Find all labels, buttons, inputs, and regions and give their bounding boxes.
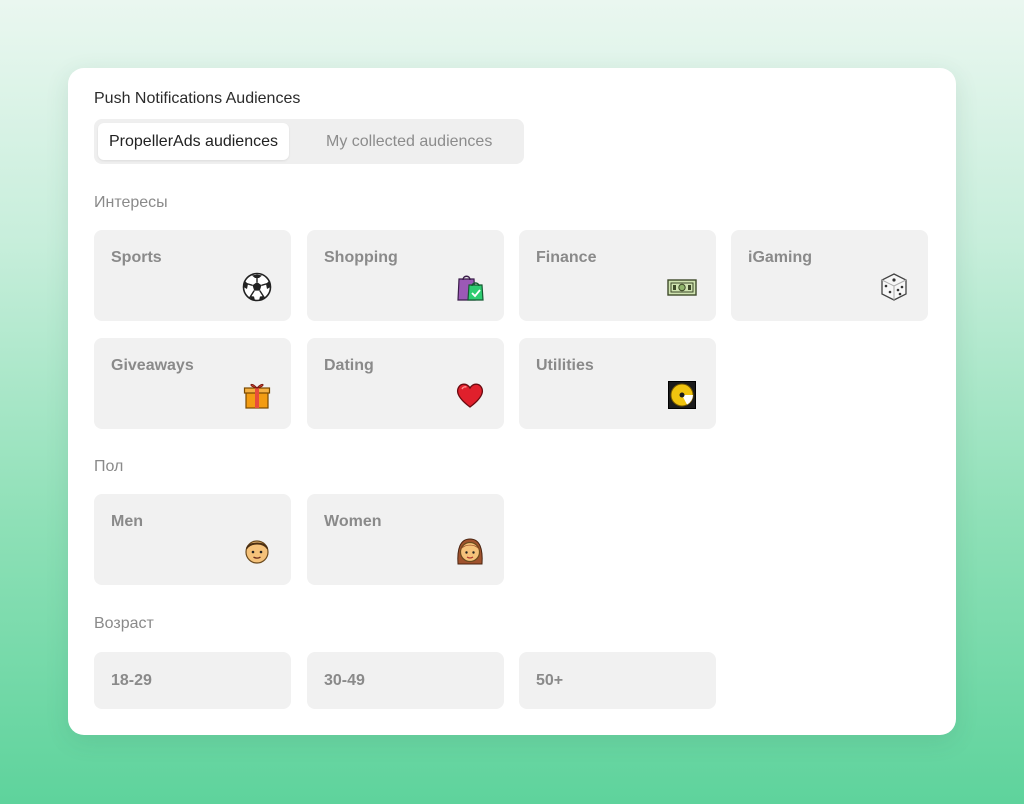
heart-icon <box>454 379 486 411</box>
card-age-18-29[interactable]: 18-29 <box>94 652 291 709</box>
card-age-50-plus[interactable]: 50+ <box>519 652 716 709</box>
card-dating[interactable]: Dating <box>307 338 504 429</box>
card-label: Men <box>111 513 143 530</box>
card-sports[interactable]: Sports <box>94 230 291 321</box>
panel-title: Push Notifications Audiences <box>94 90 301 107</box>
optical-disc-icon <box>666 379 698 411</box>
man-face-icon <box>241 535 273 567</box>
card-label: Utilities <box>536 357 594 374</box>
card-label: 18-29 <box>111 672 152 689</box>
card-label: 30-49 <box>324 672 365 689</box>
dice-icon <box>878 271 910 303</box>
card-finance[interactable]: Finance <box>519 230 716 321</box>
card-shopping[interactable]: Shopping <box>307 230 504 321</box>
tab-my-collected-audiences[interactable]: My collected audiences <box>315 123 503 160</box>
card-label: Finance <box>536 249 597 266</box>
card-men[interactable]: Men <box>94 494 291 585</box>
card-women[interactable]: Women <box>307 494 504 585</box>
card-giveaways[interactable]: Giveaways <box>94 338 291 429</box>
card-label: Shopping <box>324 249 398 266</box>
soccer-ball-icon <box>241 271 273 303</box>
gift-icon <box>241 379 273 411</box>
card-label: Women <box>324 513 382 530</box>
audiences-panel: Push Notifications Audiences PropellerAd… <box>68 68 956 735</box>
card-label: Sports <box>111 249 162 266</box>
audience-tabs: PropellerAds audiences My collected audi… <box>94 119 524 164</box>
woman-face-icon <box>454 535 486 567</box>
card-igaming[interactable]: iGaming <box>731 230 928 321</box>
section-label-interests: Интересы <box>94 194 168 211</box>
section-label-gender: Пол <box>94 458 124 475</box>
banknote-icon <box>666 271 698 303</box>
tab-propellerads-audiences[interactable]: PropellerAds audiences <box>98 123 289 160</box>
section-label-age: Возраст <box>94 615 154 632</box>
card-label: Dating <box>324 357 374 374</box>
shopping-bags-icon <box>454 271 486 303</box>
card-age-30-49[interactable]: 30-49 <box>307 652 504 709</box>
card-utilities[interactable]: Utilities <box>519 338 716 429</box>
card-label: iGaming <box>748 249 813 266</box>
card-label: 50+ <box>536 672 564 689</box>
card-label: Giveaways <box>111 357 194 374</box>
